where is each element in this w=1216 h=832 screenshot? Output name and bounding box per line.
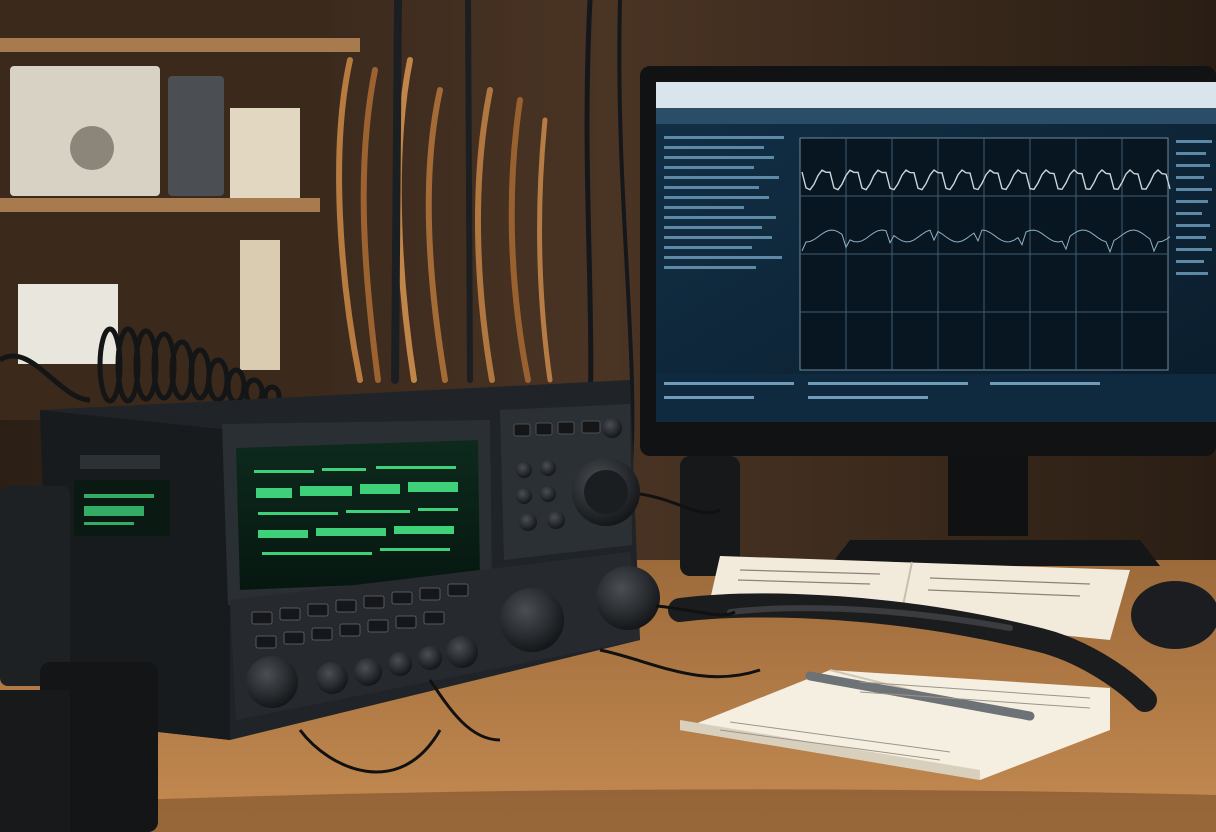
scene-svg: [0, 0, 1216, 832]
app-title-bar: [656, 82, 1216, 108]
shelf-speaker: [168, 76, 224, 196]
bookshelf: [0, 0, 360, 420]
photo-scene: [0, 0, 1216, 832]
monitor-stand: [948, 456, 1028, 536]
computer-mouse: [1131, 581, 1216, 649]
